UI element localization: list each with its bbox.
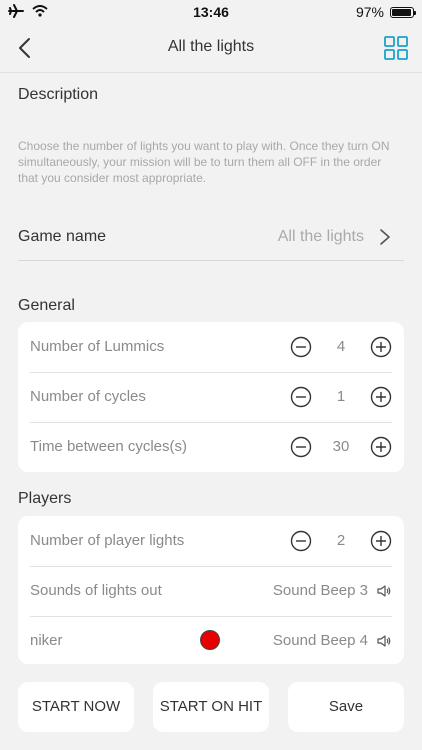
game-name-row[interactable]: Game name All the lights	[18, 214, 404, 261]
lummics-label: Number of Lummics	[30, 338, 165, 355]
player-name: niker	[30, 632, 63, 649]
battery-percent: 97%	[355, 4, 384, 20]
lummics-stepper: 4	[290, 336, 392, 358]
time-between-label: Time between cycles(s)	[30, 438, 187, 455]
nav-bar: All the lights	[0, 24, 422, 73]
battery-icon	[390, 6, 416, 18]
plus-circle-icon[interactable]	[370, 530, 392, 552]
speaker-icon[interactable]	[376, 583, 392, 599]
lummics-value: 4	[336, 338, 346, 355]
player-sound-value: Sound Beep 4	[272, 632, 368, 649]
sounds-out-sound[interactable]: Sound Beep 3	[273, 582, 392, 599]
plus-circle-icon[interactable]	[370, 336, 392, 358]
players-title: Players	[18, 490, 72, 507]
sounds-out-value: Sound Beep 3	[272, 582, 368, 599]
status-bar: 13:46 97%	[0, 0, 422, 24]
player-row[interactable]: niker Sound Beep 4	[30, 616, 392, 666]
start-on-hit-button[interactable]: START ON HIT	[153, 682, 269, 732]
lummics-row: Number of Lummics 4	[30, 322, 392, 373]
plus-circle-icon[interactable]	[370, 436, 392, 458]
player-lights-label: Number of player lights	[30, 532, 185, 549]
player-lights-stepper: 2	[290, 530, 392, 552]
plus-circle-icon[interactable]	[370, 386, 392, 408]
game-name-value: All the lights	[277, 228, 364, 245]
description-text: Choose the number of lights you want to …	[18, 139, 390, 185]
players-card: Number of player lights 2 Sounds of ligh…	[18, 516, 404, 664]
cycles-label: Number of cycles	[30, 388, 146, 405]
player-lights-row: Number of player lights 2	[30, 516, 392, 567]
sounds-out-row[interactable]: Sounds of lights out Sound Beep 3	[30, 566, 392, 617]
time-between-row: Time between cycles(s) 30	[30, 422, 392, 472]
general-card: Number of Lummics 4 Number of cycles 1 T…	[18, 322, 404, 472]
sounds-out-label: Sounds of lights out	[30, 582, 162, 599]
player-lights-value: 2	[336, 532, 346, 549]
minus-circle-icon[interactable]	[290, 436, 312, 458]
status-right: 97%	[355, 4, 416, 20]
save-button[interactable]: Save	[288, 682, 404, 732]
minus-circle-icon[interactable]	[290, 530, 312, 552]
minus-circle-icon[interactable]	[290, 336, 312, 358]
cycles-stepper: 1	[290, 386, 392, 408]
player-color-dot[interactable]	[200, 630, 220, 650]
time-between-value: 30	[332, 438, 350, 455]
game-name-label: Game name	[18, 228, 107, 245]
page-title: All the lights	[167, 38, 255, 55]
speaker-icon[interactable]	[376, 633, 392, 649]
cycles-value: 1	[336, 388, 346, 405]
chevron-right-icon	[380, 229, 390, 245]
player-sound[interactable]: Sound Beep 4	[273, 632, 392, 649]
minus-circle-icon[interactable]	[290, 386, 312, 408]
time-between-stepper: 30	[290, 436, 392, 458]
description-title: Description	[18, 86, 99, 103]
battery-fill	[392, 8, 412, 16]
start-now-button[interactable]: START NOW	[18, 682, 134, 732]
grid-icon[interactable]	[384, 36, 408, 60]
cycles-row: Number of cycles 1	[30, 372, 392, 423]
general-title: General	[18, 297, 75, 314]
